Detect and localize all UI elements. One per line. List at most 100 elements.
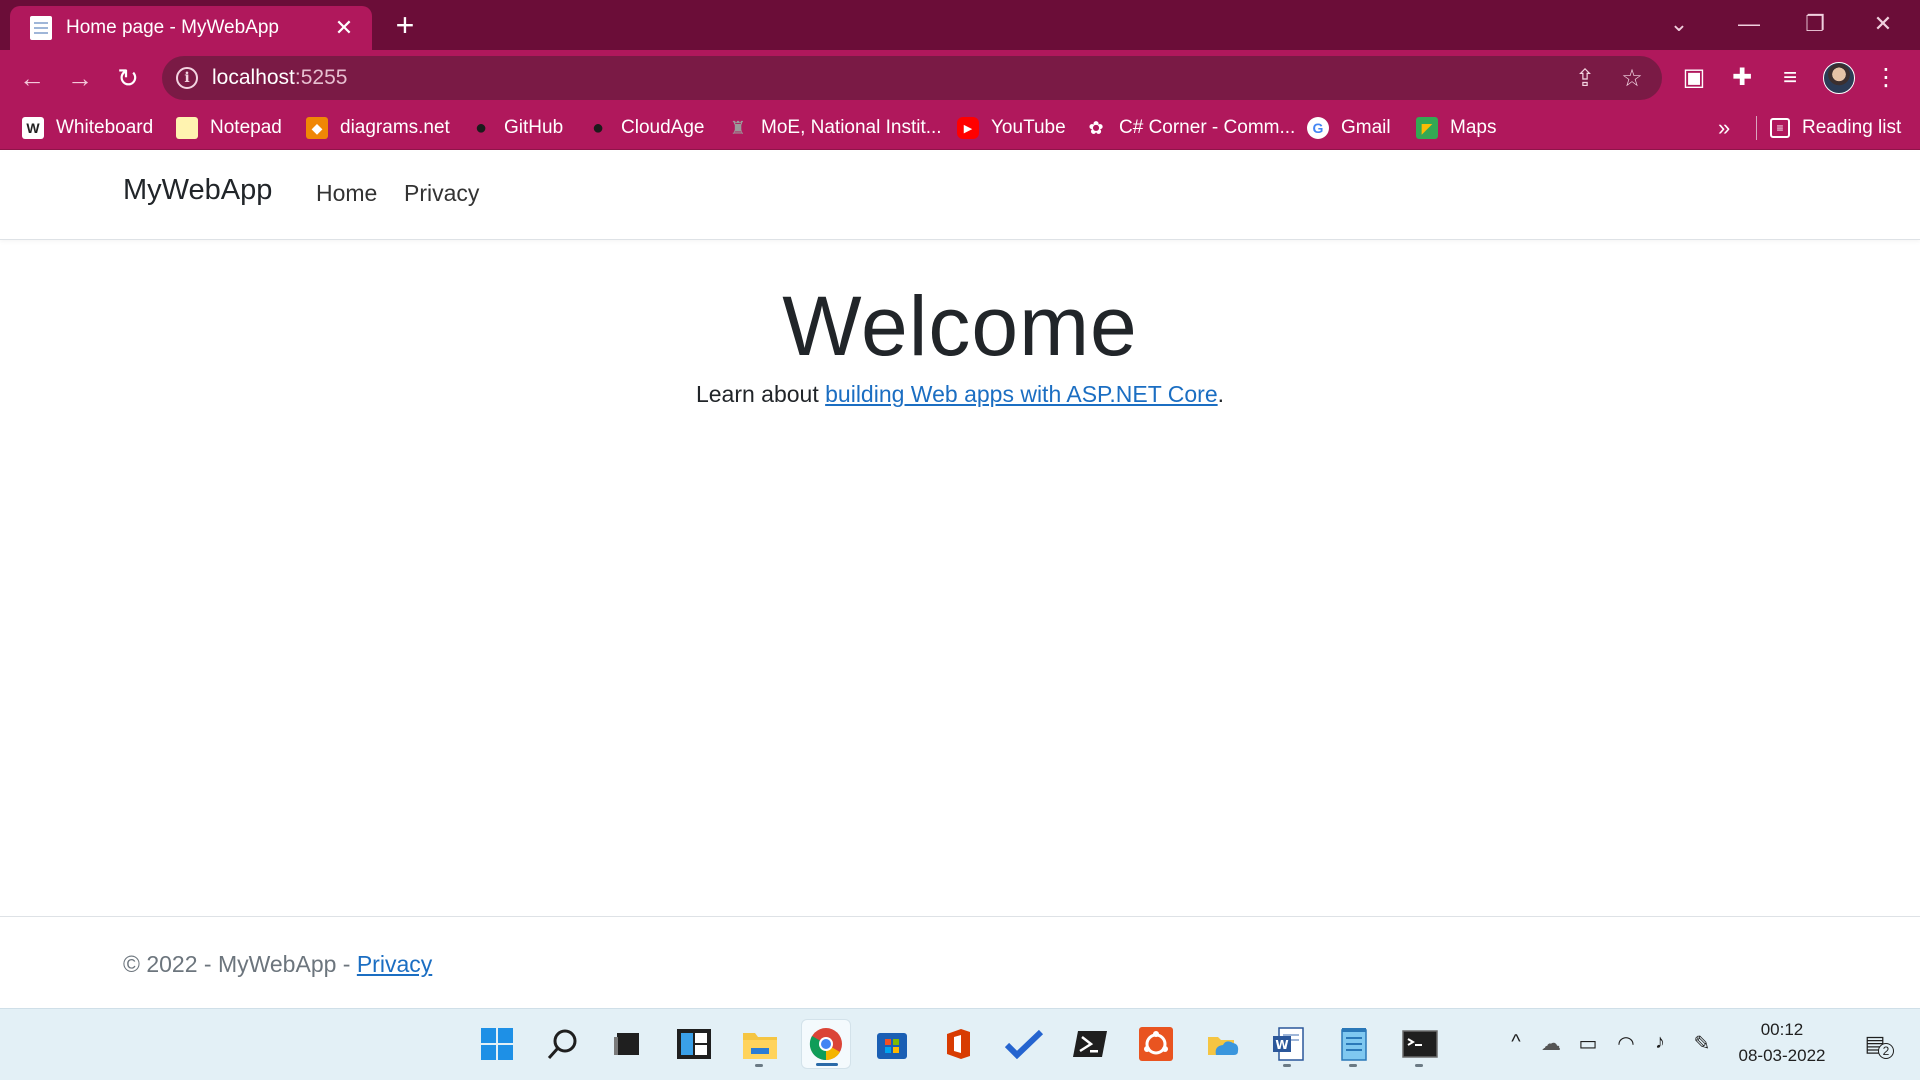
maps-icon: ◤ <box>1416 117 1438 139</box>
powershell-icon[interactable] <box>1065 1019 1115 1069</box>
bookmark-label: Maps <box>1450 117 1497 138</box>
diagrams-icon: ◆ <box>306 117 328 139</box>
bookmark-label: diagrams.net <box>340 117 450 138</box>
bookmark-label: GitHub <box>504 117 564 138</box>
extensions-icon[interactable]: ✚ <box>1724 60 1760 96</box>
reading-list-label: Reading list <box>1802 117 1902 138</box>
bookmarks-overflow-icon[interactable]: » <box>1718 106 1730 150</box>
new-tab-button[interactable]: + <box>388 8 422 42</box>
widgets-icon[interactable] <box>669 1019 719 1069</box>
bookmark-label: C# Corner - Comm... <box>1119 117 1296 138</box>
whiteboard-icon: W <box>22 117 44 139</box>
notification-center-icon[interactable]: ▤ 2 <box>1858 1031 1894 1059</box>
github-icon: ● <box>474 116 488 139</box>
bookmark-label: CloudAge <box>621 117 705 138</box>
onedrive-icon[interactable] <box>1197 1019 1247 1069</box>
emblem-icon: ♜ <box>729 117 747 138</box>
browser-titlebar: Home page - MyWebApp ✕ + ⌄ — ❐ ✕ <box>0 0 1920 50</box>
site-footer: © 2022 - MyWebApp - Privacy <box>0 916 1920 1008</box>
site-navbar: MyWebApp Home Privacy <box>0 152 1920 240</box>
tab-close-icon[interactable]: ✕ <box>330 14 358 42</box>
back-button[interactable]: ← <box>14 60 50 96</box>
csharp-corner-icon: ✿ <box>1088 117 1104 138</box>
start-icon[interactable] <box>472 1019 522 1069</box>
bookmark-whiteboard[interactable]: W Whiteboard <box>22 106 153 150</box>
bookmark-moe[interactable]: ♜ MoE, National Instit... <box>727 106 942 150</box>
site-info-icon[interactable]: i <box>176 67 198 89</box>
notepad-icon <box>176 117 198 139</box>
profile-avatar[interactable] <box>1823 62 1855 94</box>
bookmark-label: MoE, National Instit... <box>761 117 942 138</box>
task-view-icon[interactable] <box>603 1019 653 1069</box>
reading-list-icon: ≡ <box>1770 118 1790 138</box>
word-icon[interactable]: W <box>1263 1019 1313 1069</box>
bookmark-star-icon[interactable]: ☆ <box>1617 64 1647 94</box>
notepad-icon[interactable] <box>1329 1019 1379 1069</box>
google-icon: G <box>1307 117 1329 139</box>
footer-text: © 2022 - MyWebApp - Privacy <box>123 951 432 978</box>
bookmark-youtube[interactable]: ▶ YouTube <box>957 106 1066 150</box>
running-indicator <box>1349 1064 1357 1067</box>
footer-privacy-link[interactable]: Privacy <box>357 951 432 977</box>
bookmark-label: Notepad <box>210 117 282 138</box>
todo-icon[interactable] <box>999 1019 1049 1069</box>
bookmark-csharp-corner[interactable]: ✿ C# Corner - Comm... <box>1085 106 1295 150</box>
clock-time: 00:12 <box>1760 1020 1804 1039</box>
notification-count: 2 <box>1878 1043 1894 1059</box>
tab-title: Home page - MyWebApp <box>66 17 279 38</box>
forward-button[interactable]: → <box>62 60 98 96</box>
aspnet-docs-link[interactable]: building Web apps with ASP.NET Core <box>825 381 1218 407</box>
browser-menu-icon[interactable]: ⋮ <box>1868 60 1904 96</box>
clock-date: 08-03-2022 <box>1738 1046 1826 1065</box>
share-icon[interactable]: ⇪ <box>1570 64 1600 94</box>
terminal-icon[interactable] <box>1395 1019 1445 1069</box>
bookmark-gmail[interactable]: G Gmail <box>1307 106 1391 150</box>
running-indicator <box>1283 1064 1291 1067</box>
media-control-icon[interactable]: ≡ <box>1772 60 1808 96</box>
reload-button[interactable]: ↻ <box>110 60 146 96</box>
browser-toolbar: ← → ↻ i localhost:5255 ⇪ ☆ ▣ ✚ ≡ ⋮ <box>0 50 1920 106</box>
url-port: :5255 <box>294 66 348 89</box>
pen-icon[interactable]: ✎ <box>1688 1031 1716 1056</box>
svg-text:W: W <box>1275 1038 1288 1052</box>
battery-icon[interactable]: ▭ <box>1574 1031 1602 1056</box>
running-indicator <box>816 1063 838 1066</box>
nav-link-home[interactable]: Home <box>316 180 377 207</box>
address-bar[interactable]: i localhost:5255 ⇪ ☆ <box>162 56 1662 100</box>
wifi-icon[interactable]: ◠ <box>1612 1031 1640 1056</box>
file-explorer-icon[interactable] <box>735 1019 785 1069</box>
github-icon: ● <box>591 116 605 139</box>
search-icon[interactable] <box>538 1019 588 1069</box>
url-host: localhost <box>212 66 295 89</box>
show-hidden-icons-icon[interactable]: ^ <box>1502 1031 1530 1054</box>
bookmark-notepad[interactable]: Notepad <box>176 106 282 150</box>
nav-link-privacy[interactable]: Privacy <box>404 180 479 207</box>
bookmark-label: YouTube <box>991 117 1066 138</box>
windows-taskbar: W ^ ☁ ▭ ◠ ♪ ✎ 00:12 08-03-2022 ▤ 2 <box>0 1008 1920 1080</box>
onedrive-tray-icon[interactable]: ☁ <box>1537 1031 1565 1056</box>
learn-suffix: . <box>1217 381 1225 407</box>
office-icon[interactable] <box>933 1019 983 1069</box>
bookmark-cloudage[interactable]: ● CloudAge <box>587 106 705 150</box>
tab-search-icon[interactable]: ⌄ <box>1656 6 1702 42</box>
clock[interactable]: 00:12 08-03-2022 <box>1722 1017 1842 1069</box>
screencast-icon[interactable]: ▣ <box>1676 60 1712 96</box>
learn-prefix: Learn about <box>695 381 826 407</box>
bookmark-diagrams[interactable]: ◆ diagrams.net <box>306 106 450 150</box>
browser-tab[interactable]: Home page - MyWebApp ✕ <box>10 6 372 50</box>
reading-list-button[interactable]: ≡ Reading list <box>1770 106 1901 150</box>
bookmark-github[interactable]: ● GitHub <box>470 106 563 150</box>
store-icon[interactable] <box>867 1019 917 1069</box>
restore-button[interactable]: ❐ <box>1792 6 1838 42</box>
chrome-icon[interactable] <box>801 1019 851 1069</box>
navbar-brand[interactable]: MyWebApp <box>123 174 272 207</box>
ubuntu-icon[interactable] <box>1131 1019 1181 1069</box>
running-indicator <box>755 1064 763 1067</box>
copyright-text: © 2022 - MyWebApp - <box>123 951 357 977</box>
volume-icon[interactable]: ♪ <box>1646 1031 1674 1054</box>
bookmark-maps[interactable]: ◤ Maps <box>1416 106 1496 150</box>
page-favicon-icon <box>30 16 52 40</box>
close-window-button[interactable]: ✕ <box>1860 6 1906 42</box>
main-content: Welcome Learn about building Web apps wi… <box>0 240 1920 916</box>
minimize-button[interactable]: — <box>1726 6 1772 42</box>
